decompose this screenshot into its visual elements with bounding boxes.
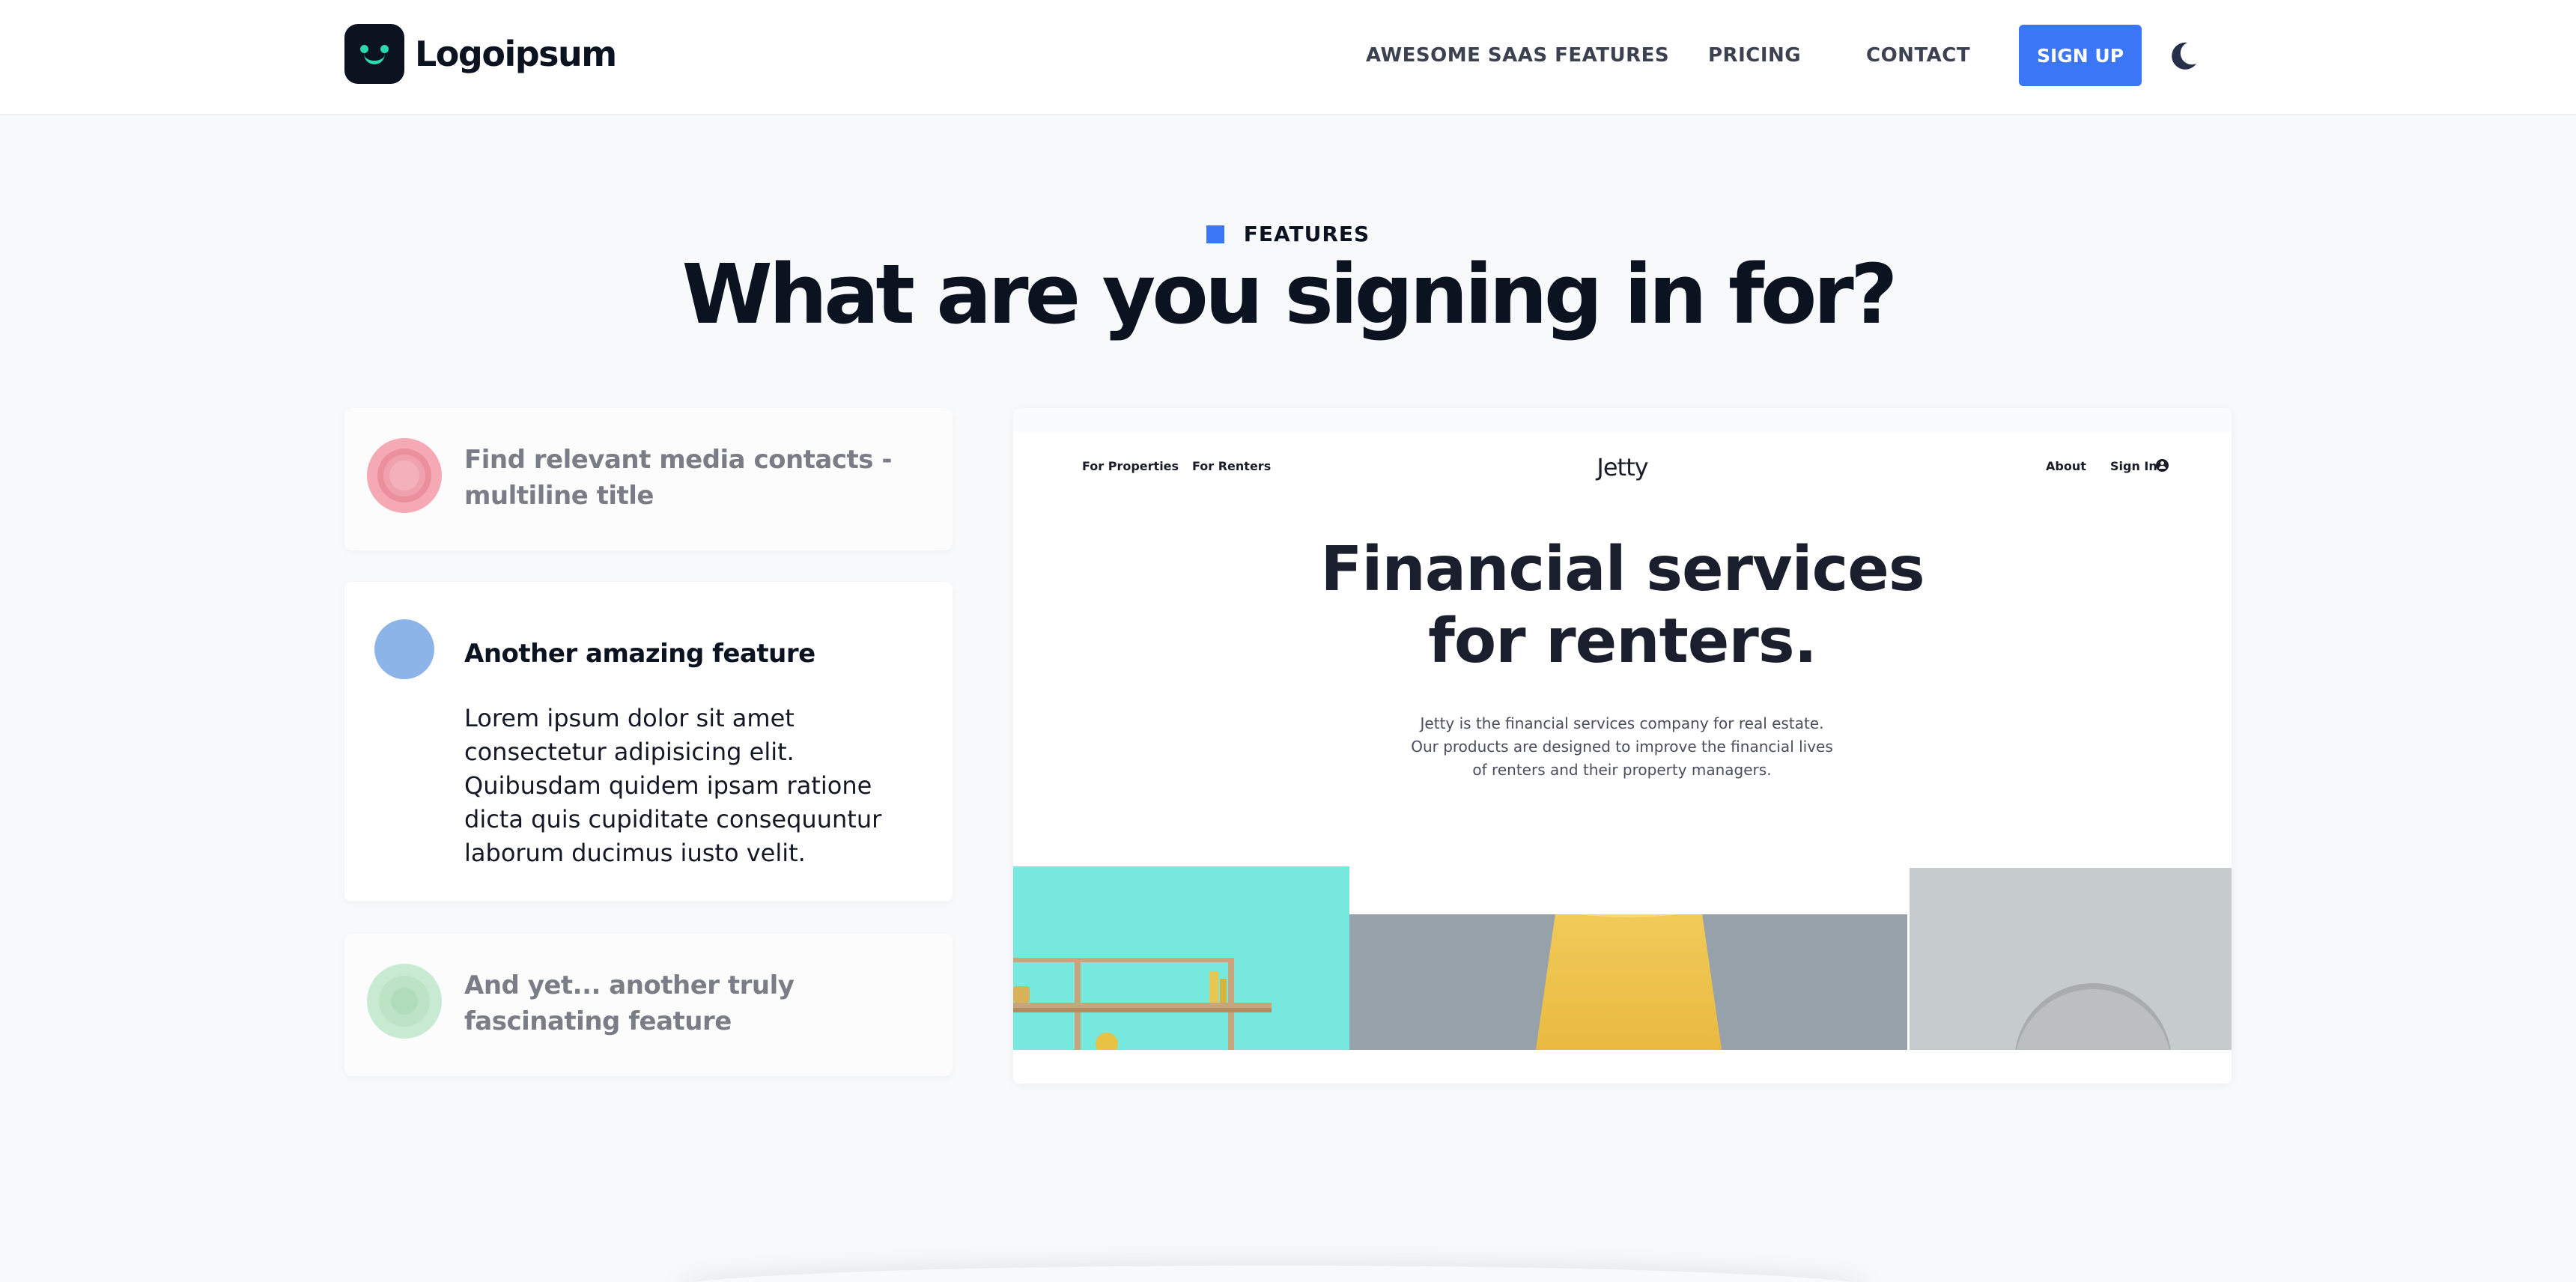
moon-icon[interactable] — [2166, 40, 2199, 73]
preview-subtext-line: of renters and their property managers. — [1472, 761, 1772, 779]
logo[interactable]: Logoipsum — [344, 24, 617, 84]
feature-circle-icon — [374, 619, 434, 679]
page-title: What are you signing in for? — [681, 246, 1898, 342]
preview-image-lamp — [1349, 914, 1907, 1050]
preview-headline-line: for renters. — [1428, 606, 1817, 677]
preview-image-arch — [1910, 868, 2232, 1050]
preview-nav-for-renters: For Renters — [1192, 459, 1272, 473]
sign-up-button[interactable]: SIGN UP — [2019, 25, 2142, 86]
logo-text: Logoipsum — [415, 34, 617, 74]
preview-headline-line: Financial services — [1320, 534, 1925, 605]
feature-card-media-contacts[interactable]: Find relevant media contacts - multiline… — [344, 408, 953, 550]
feature-preview-screenshot: Jetty For Properties For Renters About S… — [1013, 408, 2232, 1084]
feature-card-fascinating[interactable]: And yet... another truly fascinating fea… — [344, 934, 953, 1076]
site-header: Logoipsum AWESOME SAAS FEATURES PRICING … — [0, 0, 2576, 115]
preview-nav: Jetty For Properties For Renters About S… — [1013, 453, 2232, 481]
feature-title: Another amazing feature — [464, 639, 815, 669]
user-icon — [2156, 459, 2169, 472]
preview-headline: Financial services for renters. — [1013, 534, 2232, 678]
nav-link-contact[interactable]: CONTACT — [1866, 44, 1970, 67]
feature-description: Lorem ipsum dolor sit amet consectetur a… — [464, 704, 882, 867]
preview-subtext-line: Our products are designed to improve the… — [1411, 738, 1833, 756]
preview-nav-for-properties: For Properties — [1082, 459, 1179, 473]
preview-subtext: Jetty is the financial services company … — [1397, 712, 1847, 782]
feature-circle-icon — [367, 438, 442, 513]
preview-image-shelf — [1013, 866, 1349, 1050]
nav-link-features[interactable]: AWESOME SAAS FEATURES — [1366, 44, 1669, 67]
next-section-edge — [674, 1266, 1872, 1282]
preview-subtext-line: Jetty is the financial services company … — [1420, 714, 1824, 732]
preview-nav-sign-in: Sign In — [2110, 459, 2157, 473]
preview-nav-about: About — [2046, 459, 2086, 473]
feature-card-amazing[interactable]: Another amazing feature Lorem ipsum dolo… — [344, 582, 953, 902]
feature-title: And yet... another truly fascinating fea… — [464, 970, 795, 1036]
nav-link-pricing[interactable]: PRICING — [1708, 44, 1801, 67]
preview-top-strip — [1013, 408, 2232, 432]
feature-title: Find relevant media contacts - multiline… — [464, 445, 892, 511]
preview-bottom-strip — [1013, 1050, 2232, 1084]
logo-icon — [344, 24, 404, 84]
feature-circle-icon — [367, 964, 442, 1039]
